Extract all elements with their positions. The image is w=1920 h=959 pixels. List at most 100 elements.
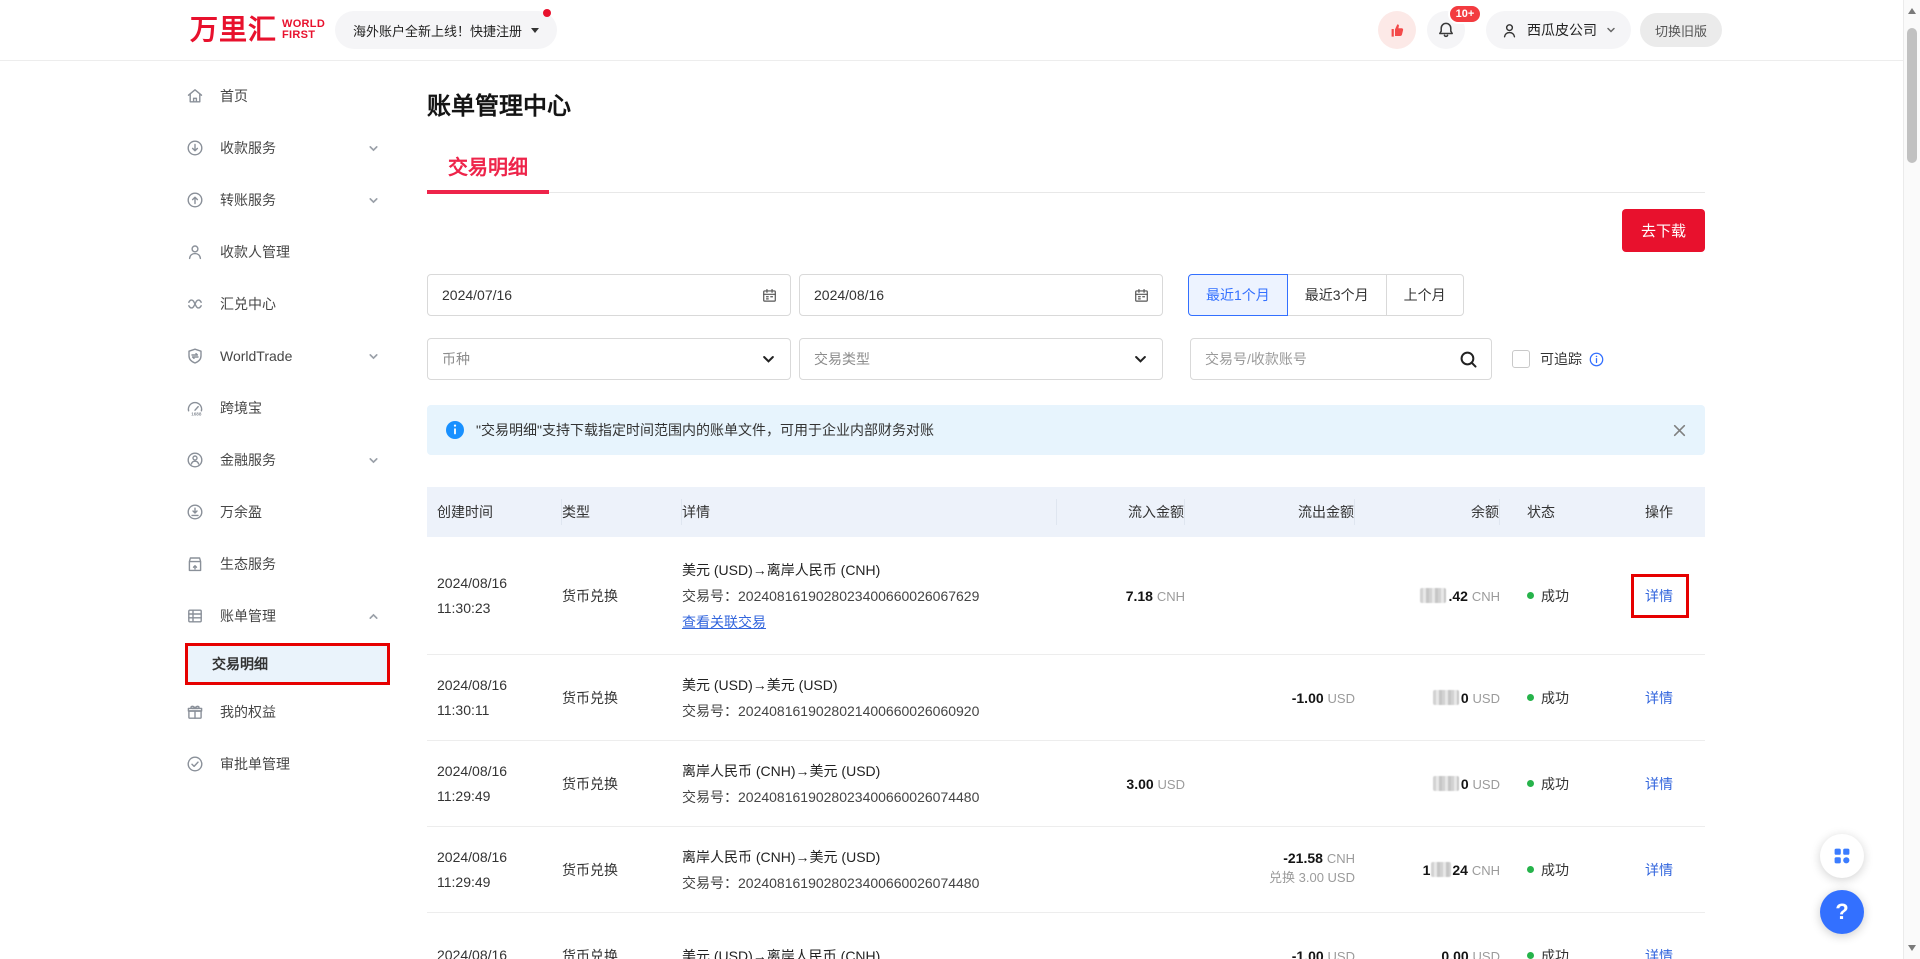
scroll-up-arrow-icon[interactable] [1908,8,1916,14]
thumbs-up-icon [1387,20,1407,40]
download-button[interactable]: 去下载 [1622,209,1705,252]
detail-link[interactable]: 详情 [1645,776,1673,792]
preset-last-month[interactable]: 上个月 [1386,274,1464,316]
detail-link[interactable]: 详情 [1645,588,1673,604]
help-button[interactable]: ? [1820,890,1864,934]
masked-balance [1431,862,1451,877]
sidebar-item-kuajingbao[interactable]: 1688 跨境宝 [185,382,390,434]
info-icon[interactable] [1588,351,1605,368]
sidebar-item-finance[interactable]: 金融服务 [185,434,390,486]
sidebar-item-ecosystem[interactable]: 生态服务 [185,538,390,590]
row-balance: 24 [1452,862,1468,878]
sidebar-item-transfer[interactable]: 转账服务 [185,174,390,226]
search-input[interactable] [1205,351,1450,367]
caret-down-icon [531,28,539,33]
svg-text:1688: 1688 [191,411,202,416]
logo-subtext: WORLD FIRST [282,19,325,41]
row-inflow: 7.18 [1126,588,1153,604]
gauge-icon: 1688 [185,398,205,418]
date-to-input[interactable] [799,274,1163,316]
sidebar-item-worldtrade[interactable]: WorldTrade [185,330,390,382]
chevron-down-icon [761,352,776,367]
sidebar-item-benefits[interactable]: 我的权益 [185,686,390,738]
chevron-up-icon [367,610,380,623]
currency-select[interactable]: 币种 [427,338,791,380]
scrollbar-thumb[interactable] [1907,28,1917,163]
transactions-table: 创建时间 类型 详情 流入金额 流出金额 余额 状态 操作 2024/08/16… [427,487,1705,959]
row-outflow-sub: 兑换 3.00 USD [1185,866,1355,890]
trackable-label: 可追踪 [1540,349,1582,369]
chevron-down-icon [1605,24,1617,36]
row-detail-title: 美元 (USD)→离岸人民币 (CNH) [682,943,1057,959]
question-mark-icon: ? [1835,899,1848,925]
status-dot [1527,866,1534,873]
row-detail-title: 美元 (USD)→美元 (USD) [682,672,1057,698]
sidebar-item-wanyuying[interactable]: 万余盈 [185,486,390,538]
announcement-pill[interactable]: 海外账户全新上线！快捷注册 [335,11,557,49]
switch-old-version-button[interactable]: 切换旧版 [1640,13,1722,47]
table-row: 2024/08/16 11:30:23 货币兑换 美元 (USD)→离岸人民币 … [427,537,1705,655]
preset-last-3-months[interactable]: 最近3个月 [1287,274,1387,316]
row-detail-title: 美元 (USD)→离岸人民币 (CNH) [682,557,1057,583]
sidebar-item-receive[interactable]: 收款服务 [185,122,390,174]
banner-close-button[interactable] [1672,423,1687,438]
row-date: 2024/08/16 [437,845,562,870]
worldfirst-logo: 万里汇 WORLD FIRST [190,13,325,47]
sidebar-item-payees[interactable]: 收款人管理 [185,226,390,278]
masked-balance [1420,588,1446,603]
mini-apps-button[interactable] [1820,834,1864,878]
sidebar-item-billing[interactable]: 账单管理 [185,590,390,642]
col-inflow: 流入金额 [1057,499,1185,525]
row-date: 2024/08/16 [437,571,562,596]
filter-row: 币种 交易类型 可追踪 [427,338,1605,380]
detail-link[interactable]: 详情 [1645,862,1673,878]
sidebar-item-transaction-details[interactable]: 交易明细 [185,643,390,685]
row-date: 2024/08/16 [437,759,562,784]
sidebar-item-approvals[interactable]: 审批单管理 [185,738,390,790]
user-icon [1500,21,1519,40]
approval-check-icon [185,754,205,774]
row-type: 货币兑换 [562,688,682,708]
detail-link[interactable]: 详情 [1645,690,1673,706]
table-header: 创建时间 类型 详情 流入金额 流出金额 余额 状态 操作 [427,487,1705,537]
close-icon [1672,423,1687,438]
sidebar-item-exchange[interactable]: 汇兑中心 [185,278,390,330]
feedback-button[interactable] [1378,11,1416,49]
calendar-icon [1133,287,1150,304]
tab-transaction-details[interactable]: 交易明细 [427,150,549,193]
row-type: 货币兑换 [562,586,682,606]
tab-bar: 交易明细 [427,150,1705,193]
date-from-value[interactable] [442,287,753,303]
chevron-down-icon [367,350,380,363]
notification-dot [543,9,551,17]
row-time: 11:30:11 [437,698,562,723]
row-inflow: 3.00 [1126,776,1153,792]
related-transaction-link[interactable]: 查看关联交易 [682,614,766,630]
date-from-input[interactable] [427,274,791,316]
preset-last-1-month[interactable]: 最近1个月 [1188,274,1288,316]
calendar-icon [761,287,778,304]
table-row: 2024/08/16 11:29:49 货币兑换 离岸人民币 (CNH)→美元 … [427,827,1705,913]
payee-icon [185,242,205,262]
grid-icon [1832,846,1852,866]
sidebar-item-home[interactable]: 首页 [185,70,390,122]
row-txn-no: 2024081619028023400660026074480 [738,875,979,891]
row-time: 11:29:49 [437,784,562,809]
status-text: 成功 [1541,946,1569,959]
transaction-type-select[interactable]: 交易类型 [799,338,1163,380]
scrollbar[interactable] [1903,0,1920,959]
table-row: 2024/08/16 11:29:49 货币兑换 离岸人民币 (CNH)→美元 … [427,741,1705,827]
detail-link[interactable]: 详情 [1645,948,1673,959]
row-txn-no: 2024081619028021400660026060920 [738,703,979,719]
scroll-down-arrow-icon[interactable] [1908,945,1916,951]
masked-balance [1433,690,1459,705]
date-to-value[interactable] [814,287,1125,303]
row-outflow: -1.00 [1292,948,1324,959]
account-menu[interactable]: 西瓜皮公司 [1486,11,1631,49]
trackable-checkbox[interactable] [1512,350,1530,368]
search-icon [1458,349,1479,370]
date-filter-row: 最近1个月 最近3个月 上个月 [427,274,1464,316]
col-actions: 操作 [1637,502,1705,522]
search-box[interactable] [1190,338,1492,380]
status-dot [1527,952,1534,959]
